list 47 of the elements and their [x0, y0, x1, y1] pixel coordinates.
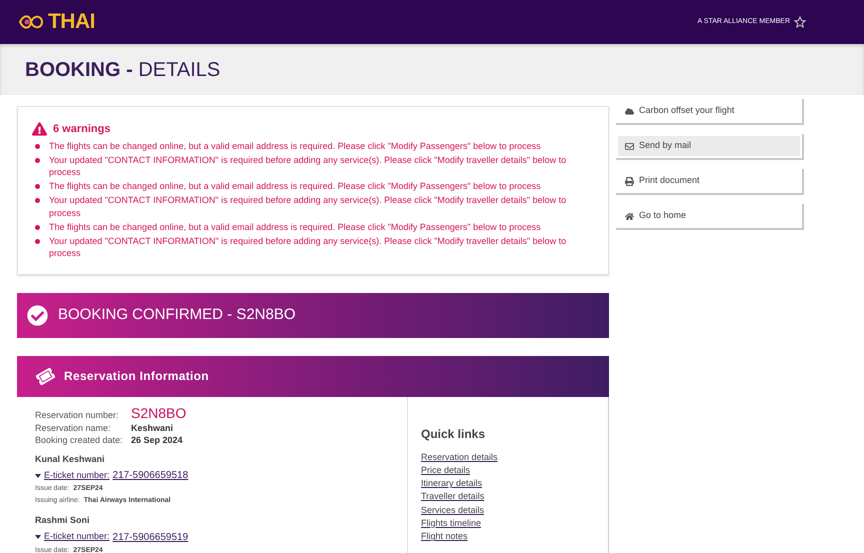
eticket-toggle[interactable]: E-ticket number:	[44, 530, 110, 544]
warning-message: The flights can be changed online, but a valid email address is required. Please click "Modify Passengers" below to process	[49, 140, 542, 152]
warning-message: The flights can be changed online, but a valid email address is required. Please click "Modify Passengers" below to process	[49, 180, 542, 192]
field-label: Reservation name:	[35, 422, 112, 434]
bullet-icon	[35, 238, 40, 244]
caret-icon	[35, 535, 41, 539]
warning-message: Your updated "CONTACT INFORMATION" is required before adding any service(s). Please click "Modify traveller details" below to process	[49, 234, 568, 260]
quick-link[interactable]: Flight notes	[421, 530, 468, 544]
warning-icon	[32, 122, 47, 136]
quick-link[interactable]: Traveller details	[421, 490, 484, 504]
field-label: Booking created date:	[35, 434, 124, 446]
warning-message: Your updated "CONTACT INFORMATION" is required before adding any service(s). Please click "Modify traveller details" below to process	[49, 154, 568, 178]
star-icon	[794, 16, 806, 28]
bullet-icon	[35, 224, 40, 230]
quick-link[interactable]: Price details	[421, 464, 470, 478]
bullet-icon	[35, 144, 40, 148]
caret-icon	[35, 474, 41, 478]
field-value: Keshwani	[131, 422, 174, 434]
warnings-title: 6 warnings	[53, 122, 110, 137]
quick-link[interactable]: Itinerary details	[421, 477, 482, 490]
check-icon	[27, 304, 48, 326]
warning-message: Your updated "CONTACT INFORMATION" is required before adding any service(s). Please click "Modify traveller details" below to process	[49, 194, 568, 219]
field-label: Reservation number:	[35, 408, 120, 420]
warning-message: The flights can be changed online, but a valid email address is required. Please click "Modify Passengers" below to process	[49, 220, 542, 233]
field-value: S2N8BO	[131, 404, 186, 422]
field-value: 26 Sep 2024	[131, 434, 183, 446]
bullet-icon	[35, 158, 40, 162]
eticket-toggle[interactable]: E-ticket number:	[44, 468, 110, 482]
brand-logo[interactable]: THAI	[48, 6, 95, 38]
quick-link[interactable]: Services details	[421, 504, 484, 517]
eticket-number[interactable]: 217-5906659519	[112, 530, 188, 544]
quick-link[interactable]: Flights timeline	[421, 516, 482, 530]
page-title: BOOKING - DETAILS	[25, 58, 220, 82]
reservation-title: Reservation Information	[64, 368, 209, 385]
cloud-icon	[625, 106, 634, 116]
confirmation-text: BOOKING CONFIRMED - S2N8BO	[58, 304, 296, 325]
mail-icon	[625, 142, 634, 150]
quick-links-title: Quick links	[421, 426, 486, 442]
home-icon	[625, 212, 634, 220]
quick-link[interactable]: Reservation details	[421, 450, 498, 464]
eticket-number[interactable]: 217-5906659518	[112, 468, 188, 483]
printer-icon	[625, 176, 634, 186]
bullet-icon	[35, 198, 40, 203]
passenger-name: Rashmi Soni	[35, 514, 91, 527]
passenger-name: Kunal Keshwani	[35, 452, 106, 466]
action-button[interactable]: Send by mail	[618, 136, 800, 156]
bullet-icon	[35, 184, 40, 189]
